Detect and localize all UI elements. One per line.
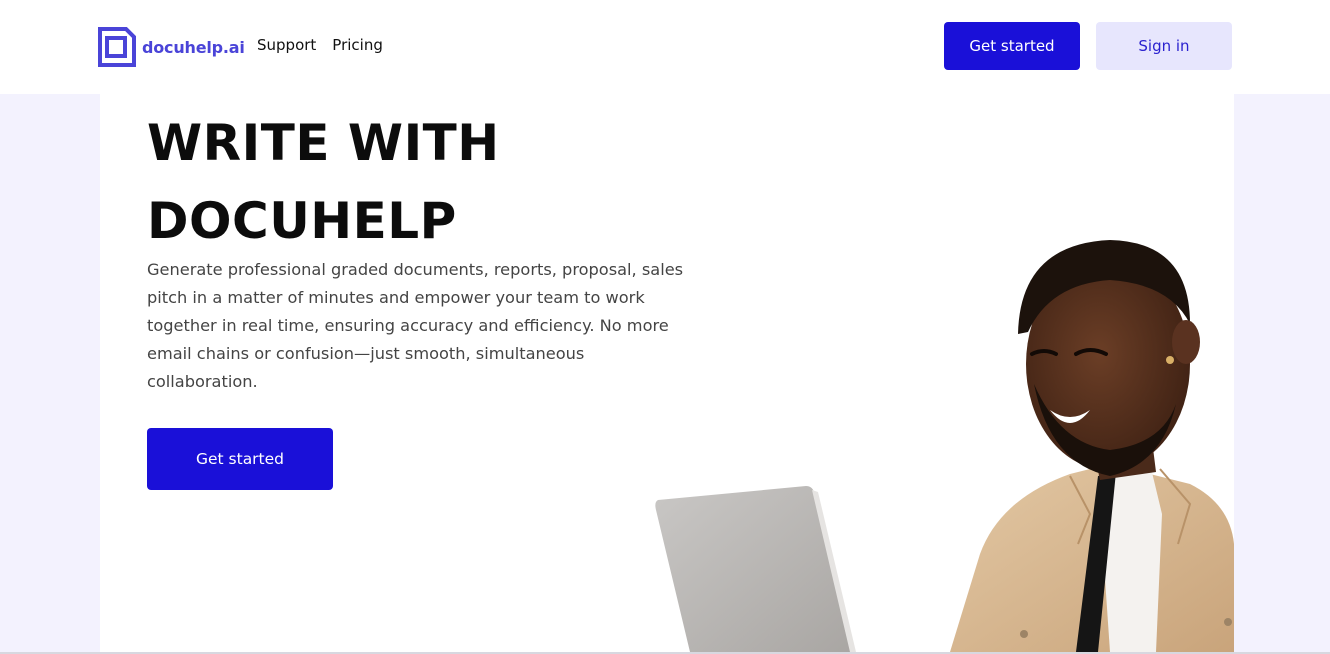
document-square-icon: [98, 27, 136, 67]
nav-link-support[interactable]: Support: [257, 36, 316, 54]
main-nav: Support Pricing: [257, 36, 383, 54]
hero-section: WRITE WITH DOCUHELP Generate professiona…: [100, 94, 1234, 652]
sign-in-button[interactable]: Sign in: [1096, 22, 1232, 70]
hero-get-started-button[interactable]: Get started: [147, 428, 333, 490]
brand-logo[interactable]: docuhelp.ai: [98, 27, 245, 67]
hero-photo-man-with-laptop: [655, 240, 1234, 652]
brand-name: docuhelp.ai: [142, 37, 245, 57]
nav-link-pricing[interactable]: Pricing: [332, 36, 383, 54]
hero-title-line-2: DOCUHELP: [147, 192, 457, 250]
header-get-started-button[interactable]: Get started: [944, 22, 1080, 70]
hero-title-line-1: WRITE WITH: [147, 114, 500, 172]
site-header: docuhelp.ai Support Pricing Get started …: [0, 0, 1330, 94]
